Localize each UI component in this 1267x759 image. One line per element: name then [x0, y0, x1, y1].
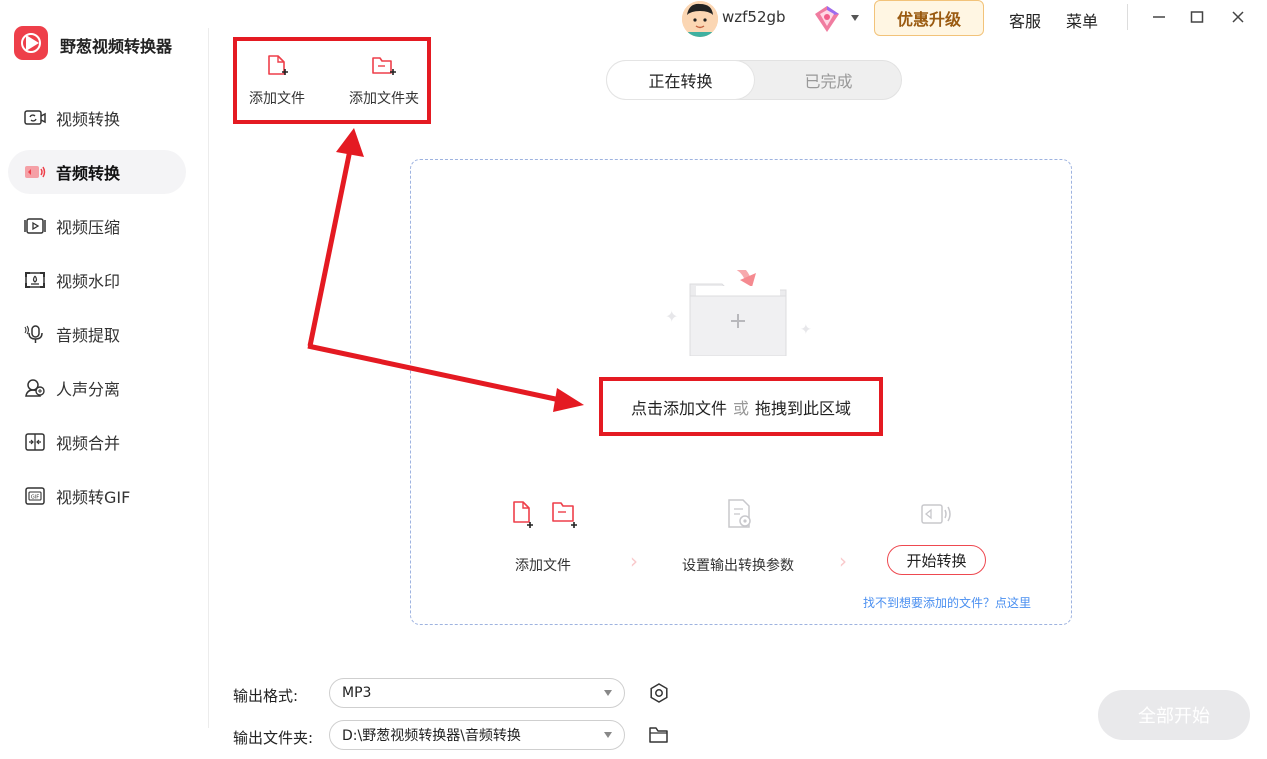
output-folder-label: 输出文件夹:: [233, 729, 314, 747]
output-folder-value: D:\野葱视频转换器\音频转换: [342, 728, 521, 744]
open-folder-icon[interactable]: [648, 725, 670, 749]
chevron-down-icon: [604, 732, 612, 738]
output-format-select[interactable]: MP3: [329, 678, 625, 708]
annotation-arrows: [307, 128, 584, 412]
output-folder-select[interactable]: D:\野葱视频转换器\音频转换: [329, 720, 625, 750]
output-format-label: 输出格式:: [233, 687, 299, 705]
format-settings-gear-icon[interactable]: [648, 682, 670, 708]
output-format-value: MP3: [342, 685, 372, 701]
start-all-button[interactable]: 全部开始: [1098, 690, 1250, 740]
chevron-down-icon: [604, 690, 612, 696]
